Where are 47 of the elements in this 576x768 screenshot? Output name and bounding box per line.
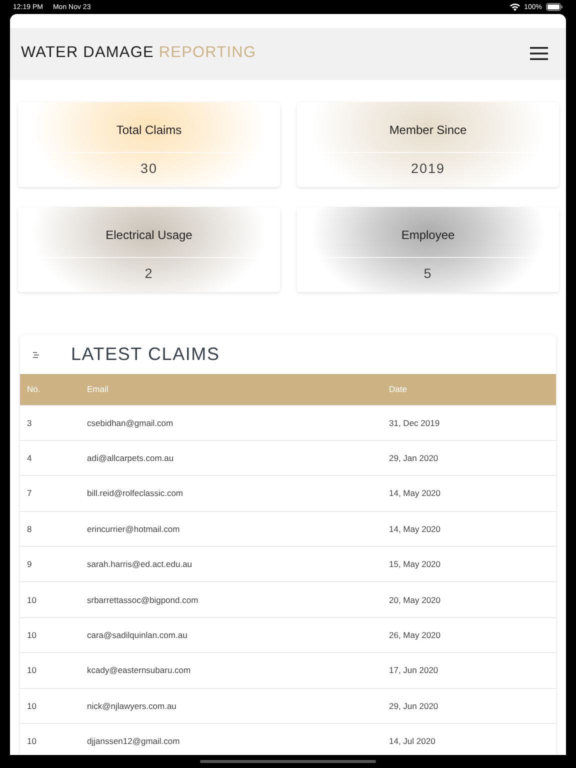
list-icon (33, 352, 39, 358)
table-cell: kcady@easternsubaru.com (86, 652, 388, 688)
column-header: No. (20, 374, 86, 405)
table-cell: 10 (20, 617, 86, 653)
table-cell: 8 (20, 511, 86, 547)
table-cell: 14, May 2020 (388, 476, 556, 512)
stat-label: Total Claims (116, 123, 182, 137)
table-cell: srbarrettassoc@bigpond.com (86, 582, 388, 618)
table-cell: nick@njlawyers.com.au (86, 688, 388, 724)
table-cell: erincurrier@hotmail.com (86, 511, 388, 547)
table-cell: 10 (20, 652, 86, 688)
table-cell: cara@sadilquinlan.com.au (86, 617, 388, 653)
section-title: LATEST CLAIMS (71, 344, 220, 365)
stat-label: Electrical Usage (106, 228, 192, 242)
table-cell: 10 (20, 688, 86, 724)
column-header: Email (86, 374, 388, 405)
wifi-icon (510, 3, 520, 11)
column-header: Date (388, 374, 556, 405)
stat-value: 30 (140, 161, 158, 176)
table-cell: sarah.harris@ed.act.edu.au (86, 546, 388, 582)
table-cell: 26, May 2020 (388, 617, 556, 653)
stat-label: Member Since (389, 123, 467, 137)
table-cell: bill.reid@rolfeclassic.com (86, 476, 388, 512)
table-cell: adi@allcarpets.com.au (86, 440, 388, 476)
stat-value: 2 (144, 266, 154, 281)
table-cell: 4 (20, 440, 86, 476)
table-cell: 31, Dec 2019 (388, 405, 556, 440)
table-cell: 15, May 2020 (388, 546, 556, 582)
table-cell: 17, Jun 2020 (388, 652, 556, 688)
menu-icon[interactable] (530, 46, 548, 60)
table-cell: 20, May 2020 (388, 582, 556, 618)
battery-icon (546, 3, 563, 11)
table-cell: 7 (20, 476, 86, 512)
stat-label: Employee (401, 228, 455, 242)
table-cell: 3 (20, 405, 86, 440)
table-cell: 29, Jun 2020 (388, 688, 556, 724)
table-cell: 9 (20, 546, 86, 582)
stat-value: 5 (424, 266, 432, 281)
table-cell: 10 (20, 582, 86, 618)
table-cell: 14, May 2020 (388, 511, 556, 547)
table-cell: 14, Jul 2020 (388, 724, 556, 755)
table-cell: 10 (20, 724, 86, 755)
stat-value: 2019 (410, 161, 446, 176)
table-cell: csebidhan@gmail.com (86, 405, 388, 440)
table-cell: djjanssen12@gmail.com (86, 724, 388, 755)
app-title: WATER DAMAGE REPORTING (21, 44, 258, 62)
table-cell: 29, Jan 2020 (388, 440, 556, 476)
